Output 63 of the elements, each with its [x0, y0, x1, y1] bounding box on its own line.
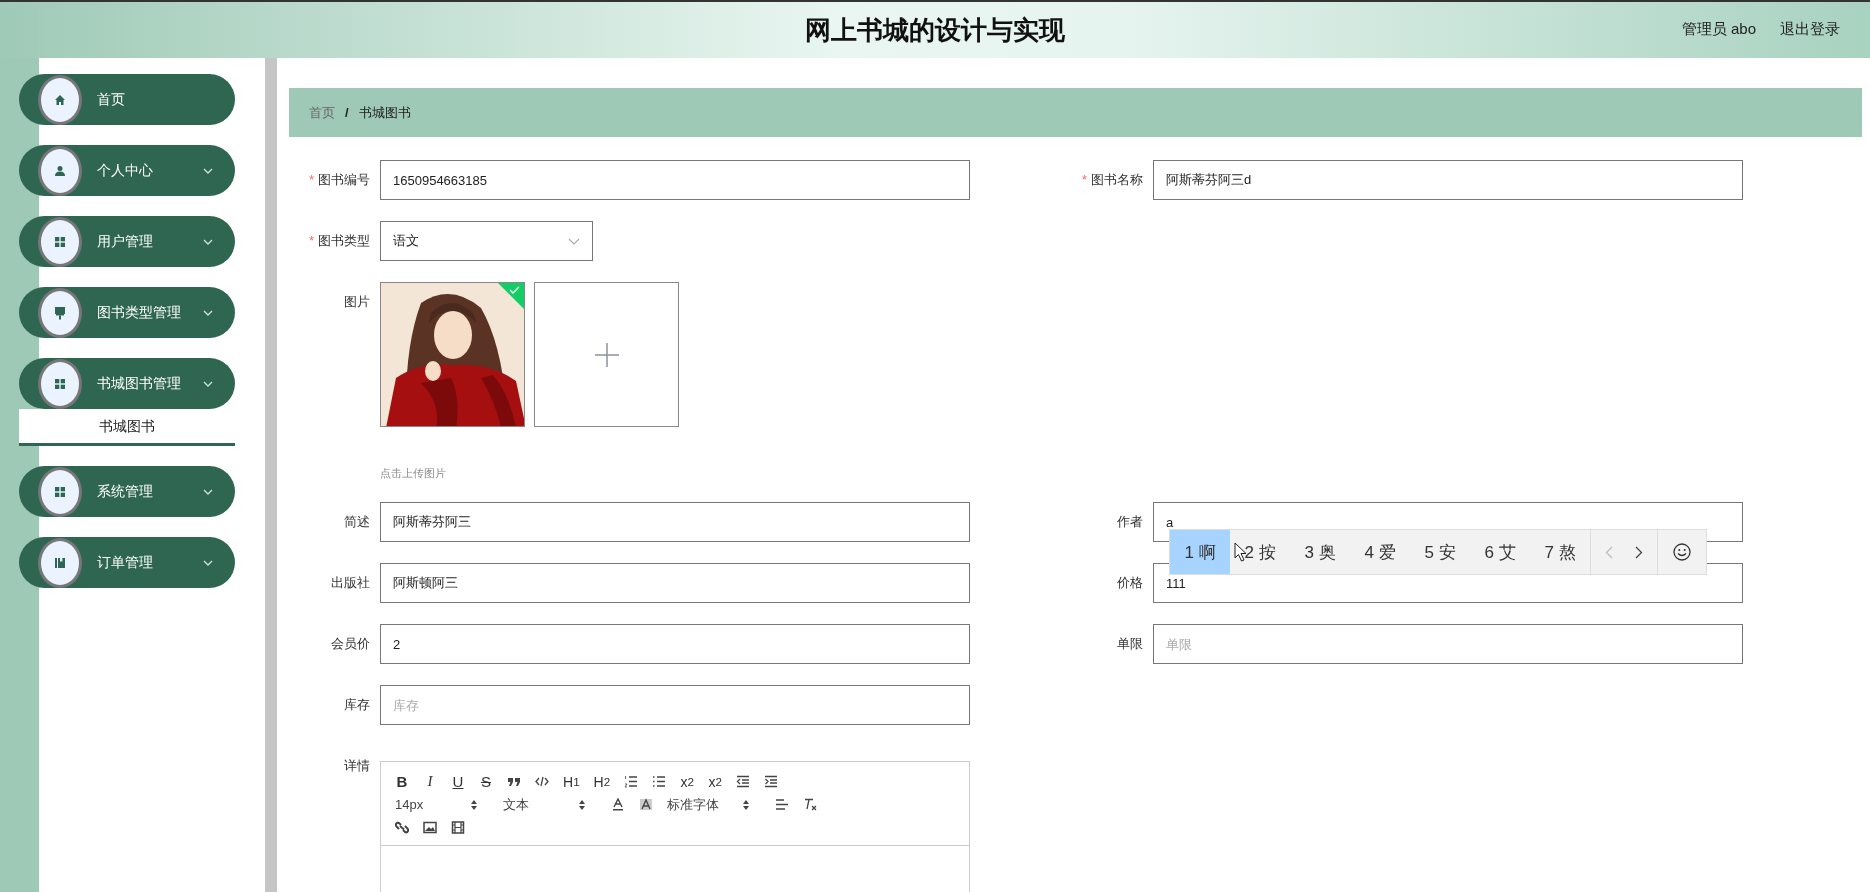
- toolbar-button[interactable]: B: [395, 772, 409, 791]
- input-field[interactable]: 2: [380, 624, 970, 664]
- field-label: 单限: [1117, 636, 1143, 651]
- menu-item[interactable]: 用户管理: [19, 216, 235, 267]
- book-icon: [54, 556, 66, 569]
- breadcrumb-separator: /: [345, 105, 349, 120]
- input-field[interactable]: 阿斯顿阿三: [380, 563, 970, 603]
- field-label: 价格: [1117, 575, 1143, 590]
- grid-icon: [54, 235, 66, 248]
- menu-item[interactable]: 个人中心: [19, 145, 235, 196]
- sort-icon: [743, 799, 749, 810]
- field-label: 会员价: [331, 636, 370, 651]
- field-label: 出版社: [331, 575, 370, 590]
- input-field[interactable]: 单限: [1153, 624, 1743, 664]
- toolbar-select[interactable]: 文本: [503, 795, 585, 814]
- menu-item[interactable]: 书城图书管理: [19, 358, 235, 409]
- toolbar-select[interactable]: 标准字体: [667, 795, 749, 814]
- sort-icon: [579, 799, 585, 810]
- upload-hint: 点击上传图片: [380, 466, 446, 481]
- required-mark: *: [1081, 172, 1087, 187]
- field-label: 图书名称: [1091, 172, 1143, 187]
- field-label: 简述: [344, 514, 370, 529]
- next-icon[interactable]: [1635, 545, 1643, 559]
- field-label: 图片: [344, 294, 370, 309]
- submenu-item[interactable]: 书城图书: [19, 409, 235, 446]
- menu-item[interactable]: 图书类型管理: [19, 287, 235, 338]
- video-icon[interactable]: [451, 818, 465, 837]
- menu-item[interactable]: 订单管理: [19, 537, 235, 588]
- home-icon: [54, 93, 66, 106]
- field-label: 详情: [344, 758, 370, 773]
- site-title: 网上书城的设计与实现: [805, 13, 1065, 47]
- brush-icon: [54, 305, 66, 320]
- caret-icon: [568, 237, 580, 245]
- grid-icon: [54, 377, 66, 390]
- plus-icon: [594, 342, 619, 367]
- toolbar-button[interactable]: I: [423, 772, 437, 791]
- color-icon[interactable]: [611, 795, 625, 814]
- menu-item[interactable]: 首页: [19, 74, 235, 125]
- logout-link[interactable]: 退出登录: [1780, 20, 1840, 39]
- admin-name: 管理员 abo: [1681, 20, 1756, 39]
- ime-candidate[interactable]: 1 啊: [1170, 530, 1230, 574]
- required-mark: *: [308, 233, 314, 248]
- emoji-icon[interactable]: [1673, 543, 1691, 561]
- scrollbar[interactable]: [265, 58, 277, 892]
- toolbar-button[interactable]: U: [451, 772, 465, 791]
- type-select[interactable]: 语文: [380, 221, 593, 261]
- breadcrumb-link[interactable]: 书城图书: [358, 103, 411, 122]
- input-field[interactable]: 1650954663185: [380, 160, 970, 200]
- field-label: 作者: [1117, 514, 1143, 529]
- input-field[interactable]: 阿斯蒂芬阿三: [380, 502, 970, 542]
- upload-box[interactable]: [534, 282, 679, 427]
- grid-icon: [54, 485, 66, 498]
- field-label: 图书类型: [318, 233, 370, 248]
- menu-item[interactable]: 系统管理: [19, 466, 235, 517]
- sort-icon: [471, 799, 477, 810]
- field-label: 图书编号: [318, 172, 370, 187]
- input-field[interactable]: 库存: [380, 685, 970, 725]
- toolbar-button[interactable]: S: [479, 772, 493, 791]
- field-label: 库存: [344, 697, 370, 712]
- user-icon: [54, 164, 66, 177]
- toolbar-select[interactable]: 14px: [395, 797, 477, 812]
- input-field[interactable]: 阿斯蒂芬阿三d: [1153, 160, 1743, 200]
- required-mark: *: [308, 172, 314, 187]
